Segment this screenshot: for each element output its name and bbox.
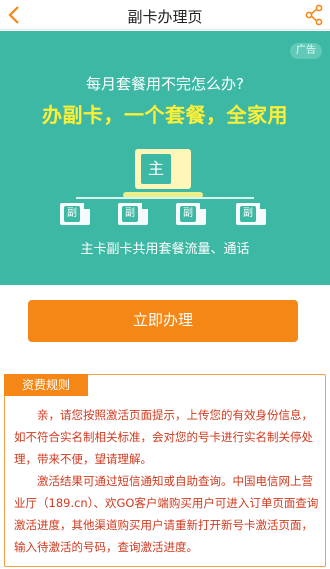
fee-rules-tab: 资费规则: [4, 374, 88, 396]
sub-card-label: 副: [180, 206, 196, 222]
sub-sim-card-icon: 副: [118, 203, 148, 225]
banner-question: 每月套餐用不完怎么办?: [86, 75, 244, 93]
main-sim-card-icon: 主: [123, 149, 203, 198]
promo-banner[interactable]: 广告 每月套餐用不完怎么办? 办副卡，一个套餐，全家用 主 副 副 副 副 主卡…: [0, 31, 330, 285]
ad-badge: 广告: [290, 43, 322, 59]
sub-sim-card-icon: 副: [236, 203, 266, 225]
banner-caption: 主卡副卡共用套餐流量、通话: [80, 242, 250, 257]
banner-headline: 办副卡，一个套餐，全家用: [42, 103, 288, 127]
sub-card-label: 副: [240, 206, 256, 222]
sub-card-label: 副: [122, 206, 138, 222]
sub-card-label: 副: [64, 206, 80, 222]
card-connector-line: [76, 197, 254, 199]
rules-paragraph: 亲，请您按照激活页面提示，上传您的有效身份信息，如不符合实名制相关标准，会对您的…: [14, 408, 313, 466]
top-bar: 副卡办理页: [0, 0, 330, 30]
main-card-label: 主: [141, 154, 171, 184]
share-icon[interactable]: [304, 4, 324, 26]
page-title: 副卡办理页: [127, 8, 203, 26]
sub-sim-card-icon: 副: [176, 203, 206, 225]
sub-sim-card-icon: 副: [60, 203, 90, 225]
rules-paragraph: 激活结果可通过短信通知或自助查询。中国电信网上营业厅（189.cn）、欢GO客户…: [14, 474, 319, 554]
fee-rules-text: 亲，请您按照激活页面提示，上传您的有效身份信息，如不符合实名制相关标准，会对您的…: [14, 404, 320, 558]
apply-now-button[interactable]: 立即办理: [28, 300, 298, 342]
